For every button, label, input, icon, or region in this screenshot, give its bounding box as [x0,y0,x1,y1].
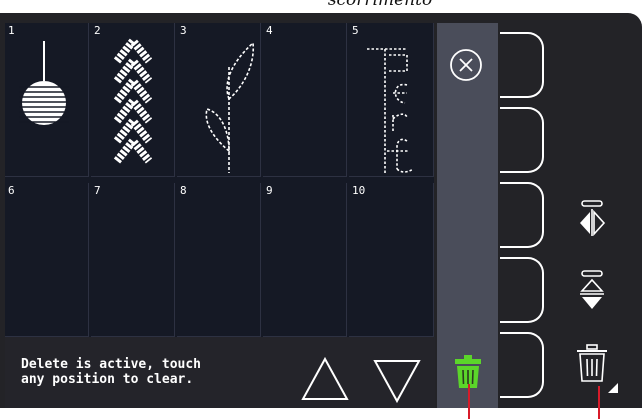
memory-slot-6[interactable]: 6 [5,183,89,337]
message-line-1: Delete is active, touch [21,357,202,372]
slot-number: 9 [266,184,273,197]
slot-number: 4 [266,24,273,37]
memory-slot-4[interactable]: 4 [263,23,347,177]
triangle-down-icon [373,360,421,404]
trash-icon [577,344,607,382]
stitch-memory-grid: 1 2 3 4 5 6 7 8 9 10 [5,23,434,337]
message-line-2: any position to clear. [21,372,194,387]
status-message-bar: Delete is active, touch any position to c… [5,337,435,408]
stitch-pattern-script-icon [367,48,414,173]
memory-slot-7[interactable]: 7 [91,183,175,337]
callout-line-left [468,384,470,419]
memory-slot-3[interactable]: 3 [177,23,261,177]
close-button[interactable] [449,48,483,82]
memory-slot-5[interactable]: 5 [349,23,434,177]
stitch-pattern-ball-icon [19,41,69,125]
action-column [437,23,498,408]
stitch-pattern-leaf-icon [205,41,255,173]
mirror-end-to-end-button[interactable] [578,268,606,314]
slot-number: 10 [352,184,366,197]
triangle-up-icon [301,356,349,400]
scroll-up-button[interactable] [299,355,351,405]
memory-slot-8[interactable]: 8 [177,183,261,337]
caption-scorrimento: scorrimento [327,0,433,10]
memory-slot-2[interactable]: 2 [91,23,175,177]
memory-slot-10[interactable]: 10 [349,183,434,337]
right-panel-box-3 [500,182,544,248]
scroll-down-button[interactable] [371,355,423,405]
right-panel-box-4 [500,257,544,323]
callout-line-right [598,386,600,419]
mirror-side-to-side-icon [580,200,606,237]
slot-number: 7 [94,184,101,197]
delete-button[interactable] [574,343,620,395]
corner-indicator-icon [608,383,618,393]
stitch-pattern-chevron-icon [113,34,153,164]
delete-status-message: Delete is active, touch any position to c… [21,357,271,387]
memory-slot-9[interactable]: 9 [263,183,347,337]
mirror-side-to-side-button[interactable] [578,198,606,238]
screen: scorrimento 1 2 3 4 5 6 7 8 9 10 Delete … [0,0,642,419]
memory-slot-1[interactable]: 1 [5,23,89,177]
slot-number: 8 [180,184,187,197]
mirror-end-to-end-icon [580,270,604,309]
right-panel-box-2 [500,107,544,173]
slot-number: 6 [8,184,15,197]
right-panel-box-5 [500,332,544,398]
machine-display: 1 2 3 4 5 6 7 8 9 10 Delete is active, t… [0,13,642,408]
right-panel-box-1 [500,32,544,98]
